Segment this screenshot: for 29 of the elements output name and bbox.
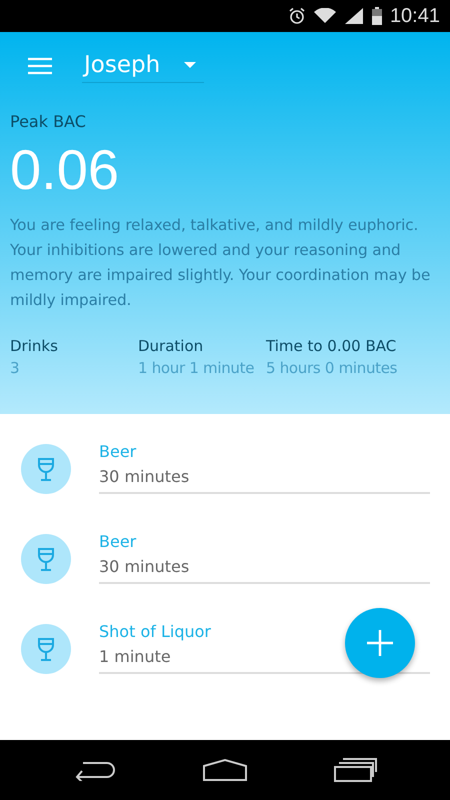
glass-icon	[21, 444, 71, 494]
alarm-icon	[288, 7, 306, 25]
stat-label: Duration	[138, 337, 204, 355]
drink-name: Beer	[99, 532, 138, 551]
home-icon[interactable]	[202, 758, 248, 782]
peak-label: Peak BAC	[10, 112, 87, 131]
bac-value: 0.06	[10, 137, 120, 203]
caret-icon	[184, 62, 196, 68]
description-text: You are feeling relaxed, talkative, and mildly euphoric. Your inhibitions are lowered and your reasoning and memory are impaired slightly. Your coordination may be mildly impaired.	[10, 215, 432, 311]
drink-time: 30 minutes	[99, 467, 190, 486]
glass-icon	[21, 624, 71, 674]
plus-icon	[367, 630, 393, 656]
wifi-icon	[314, 8, 336, 24]
stat-label: Time to 0.00 BAC	[266, 337, 398, 355]
battery-icon	[372, 7, 382, 25]
drink-name: Beer	[99, 442, 138, 461]
status-time: 10:41	[390, 4, 440, 28]
glass-icon	[21, 534, 71, 584]
drink-time: 30 minutes	[99, 557, 190, 576]
drink-time: 1 minute	[99, 647, 172, 666]
stat-value: 1 hour 1 minute	[138, 359, 256, 377]
drink-item[interactable]: Beer 30 minutes	[99, 442, 430, 494]
recents-icon[interactable]	[333, 758, 378, 782]
signal-icon	[344, 7, 364, 25]
stat-label: Drinks	[10, 337, 59, 355]
drink-item[interactable]: Beer 30 minutes	[99, 532, 430, 584]
stat-value: 5 hours 0 minutes	[266, 359, 398, 377]
drink-name: Shot of Liquor	[99, 622, 212, 641]
stat-value: 3	[10, 359, 20, 377]
